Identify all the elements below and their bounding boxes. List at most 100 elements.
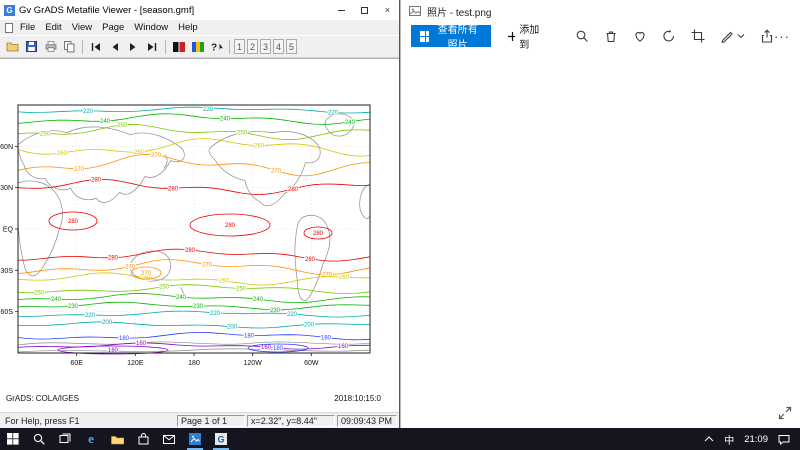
grads-window-controls: ×: [330, 0, 399, 20]
save-icon: [26, 41, 37, 52]
start-button[interactable]: [0, 428, 26, 450]
maximize-button[interactable]: [353, 0, 376, 20]
menu-help[interactable]: Help: [173, 22, 203, 33]
view-all-photos-button[interactable]: 查看所有照片: [411, 25, 491, 47]
notification-center-icon[interactable]: [778, 434, 790, 445]
svg-text:240: 240: [220, 117, 231, 123]
svg-text:260: 260: [339, 275, 350, 281]
page-3-button[interactable]: 3: [260, 39, 271, 54]
taskbar-grads-button[interactable]: G: [208, 428, 234, 450]
bw-display-button[interactable]: [169, 38, 188, 56]
grads-titlebar: G Gv GrADS Metafile Viewer - [season.gmf…: [0, 0, 399, 20]
open-button[interactable]: [3, 38, 22, 56]
zoom-icon[interactable]: [575, 29, 589, 43]
view-all-photos-label: 查看所有照片: [434, 21, 482, 51]
photos-content: [401, 50, 800, 428]
page-2-button[interactable]: 2: [247, 39, 258, 54]
taskbar-store-button[interactable]: [130, 428, 156, 450]
menu-view[interactable]: View: [67, 22, 97, 33]
grads-window: G Gv GrADS Metafile Viewer - [season.gmf…: [0, 0, 400, 428]
windows-logo-icon: [7, 433, 19, 445]
next-page-button[interactable]: [124, 38, 143, 56]
status-clock: 09:09:43 PM: [337, 415, 397, 427]
svg-text:270: 270: [202, 263, 213, 269]
prev-page-button[interactable]: [105, 38, 124, 56]
page-5-button[interactable]: 5: [286, 39, 297, 54]
system-tray: 中 21:09: [704, 432, 800, 447]
print-button[interactable]: [41, 38, 60, 56]
minimize-icon: [338, 10, 345, 11]
grads-canvas[interactable]: 60E120E180120W60W60N30NEQ30S60S220220220…: [0, 58, 399, 412]
grads-taskbar-icon: G: [215, 433, 227, 445]
svg-text:230: 230: [193, 304, 204, 310]
maximize-icon: [361, 7, 368, 14]
minimize-button[interactable]: [330, 0, 353, 20]
save-button[interactable]: [22, 38, 41, 56]
taskbar-search-button[interactable]: [26, 428, 52, 450]
context-help-button[interactable]: ?: [207, 38, 226, 56]
last-page-icon: [147, 42, 158, 52]
svg-text:270: 270: [141, 271, 152, 277]
svg-text:60E: 60E: [70, 360, 83, 367]
tray-chevron-up-icon[interactable]: [704, 436, 714, 442]
svg-text:60S: 60S: [1, 309, 14, 316]
svg-text:280: 280: [168, 186, 179, 192]
share-icon[interactable]: [760, 29, 774, 43]
last-page-button[interactable]: [143, 38, 162, 56]
svg-text:280: 280: [288, 187, 299, 193]
svg-text:60W: 60W: [304, 360, 319, 367]
taskbar-clock[interactable]: 21:09: [744, 434, 768, 445]
more-options-button[interactable]: ···: [774, 29, 790, 44]
desktop: G Gv GrADS Metafile Viewer - [season.gmf…: [0, 0, 800, 450]
page-4-button[interactable]: 4: [273, 39, 284, 54]
taskbar-photos-button[interactable]: [182, 428, 208, 450]
first-page-button[interactable]: [86, 38, 105, 56]
menu-page[interactable]: Page: [97, 22, 129, 33]
store-bag-icon: [138, 433, 149, 445]
taskbar-mail-button[interactable]: [156, 428, 182, 450]
folder-icon: [111, 434, 124, 445]
svg-text:220: 220: [287, 312, 298, 318]
delete-icon[interactable]: [604, 29, 618, 43]
color-display-button[interactable]: [188, 38, 207, 56]
page-1-button[interactable]: 1: [234, 39, 245, 54]
svg-text:280: 280: [225, 223, 236, 229]
menu-file[interactable]: File: [15, 22, 40, 33]
menu-window[interactable]: Window: [129, 22, 173, 33]
svg-text:180: 180: [119, 336, 130, 342]
svg-text:250: 250: [236, 286, 247, 292]
svg-text:270: 270: [322, 273, 333, 279]
edit-pencil-icon: [720, 29, 734, 43]
add-to-button[interactable]: 添加到: [507, 21, 543, 51]
edit-button[interactable]: [720, 29, 745, 43]
close-button[interactable]: ×: [376, 0, 399, 20]
crop-icon[interactable]: [691, 29, 705, 43]
svg-text:280: 280: [313, 231, 324, 237]
menu-edit[interactable]: Edit: [40, 22, 66, 33]
rotate-icon[interactable]: [662, 29, 676, 43]
photos-window-title: 照片 - test.png: [427, 4, 491, 19]
taskbar-edge-button[interactable]: e: [78, 428, 104, 450]
svg-text:280: 280: [305, 257, 316, 263]
grads-toolbar: ? 1 2 3 4 5: [0, 35, 399, 58]
svg-text:240: 240: [176, 295, 187, 301]
chevron-down-icon: [737, 33, 745, 39]
favorite-heart-icon[interactable]: [633, 29, 647, 43]
close-icon: ×: [385, 5, 390, 15]
toolbar-separator: [82, 40, 83, 54]
svg-text:180: 180: [273, 346, 284, 352]
fullscreen-expand-icon[interactable]: [778, 406, 792, 420]
taskbar-file-explorer-button[interactable]: [104, 428, 130, 450]
ime-indicator[interactable]: 中: [724, 432, 734, 447]
task-view-icon: [59, 433, 71, 445]
svg-text:EQ: EQ: [3, 227, 14, 234]
svg-text:30S: 30S: [1, 268, 14, 275]
photos-icon-group: [575, 29, 774, 43]
search-icon: [33, 433, 45, 445]
first-page-icon: [90, 42, 101, 52]
grads-signature: GrADS: COLA/IGES: [6, 394, 79, 403]
copy-button[interactable]: [60, 38, 79, 56]
svg-text:220: 220: [203, 107, 214, 113]
svg-text:220: 220: [85, 313, 96, 319]
task-view-button[interactable]: [52, 428, 78, 450]
